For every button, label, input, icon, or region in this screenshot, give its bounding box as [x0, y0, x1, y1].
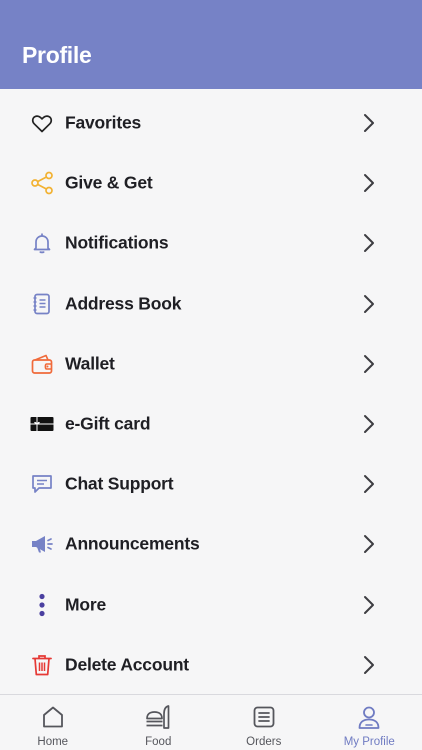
- user-icon: [356, 704, 382, 730]
- trash-icon: [30, 653, 54, 677]
- menu-item-notifications[interactable]: Notifications: [0, 213, 422, 273]
- orders-icon: [251, 704, 277, 730]
- heart-icon: [30, 111, 54, 135]
- chat-icon: [30, 472, 54, 496]
- chevron-right-icon: [362, 534, 376, 554]
- tab-label: My Profile: [343, 736, 395, 748]
- food-icon: [145, 704, 171, 730]
- bottom-tab-bar: Home Food Orders My Profile: [0, 694, 422, 750]
- menu-item-announcements[interactable]: Announcements: [0, 514, 422, 574]
- menu-item-label: Wallet: [65, 353, 115, 374]
- chevron-right-icon: [362, 173, 376, 193]
- more-vertical-icon: [30, 593, 54, 617]
- menu-item-label: Notifications: [65, 232, 169, 253]
- chevron-right-icon: [362, 294, 376, 314]
- share-icon: [30, 171, 54, 195]
- menu-item-address-book[interactable]: Address Book: [0, 274, 422, 334]
- menu-item-label: More: [65, 594, 107, 615]
- wallet-icon: [30, 352, 54, 376]
- menu-item-wallet[interactable]: Wallet: [0, 334, 422, 394]
- tab-label: Home: [37, 736, 69, 748]
- tab-orders[interactable]: Orders: [211, 695, 317, 750]
- menu-item-label: Address Book: [65, 293, 182, 314]
- menu-item-more[interactable]: More: [0, 575, 422, 635]
- menu-item-e-gift-card[interactable]: e-Gift card: [0, 394, 422, 454]
- bell-icon: [30, 231, 54, 255]
- chevron-right-icon: [362, 474, 376, 494]
- menu-item-chat-support[interactable]: Chat Support: [0, 454, 422, 514]
- menu-item-label: Give & Get: [65, 172, 153, 193]
- menu-item-label: Announcements: [65, 533, 200, 554]
- menu-item-label: e-Gift card: [65, 413, 151, 434]
- menu-item-favorites[interactable]: Favorites: [0, 93, 422, 153]
- megaphone-icon: [30, 532, 54, 556]
- menu-item-label: Chat Support: [65, 473, 174, 494]
- chevron-right-icon: [362, 113, 376, 133]
- tab-food[interactable]: Food: [106, 695, 212, 750]
- menu-item-label: Delete Account: [65, 654, 189, 675]
- menu-item-give-get[interactable]: Give & Get: [0, 153, 422, 213]
- gift-card-icon: [30, 412, 54, 436]
- tab-my-profile[interactable]: My Profile: [317, 695, 422, 750]
- menu-item-label: Favorites: [65, 112, 142, 133]
- chevron-right-icon: [362, 354, 376, 374]
- app-header: Profile: [0, 0, 422, 89]
- chevron-right-icon: [362, 655, 376, 675]
- chevron-right-icon: [362, 414, 376, 434]
- tab-label: Orders: [246, 736, 282, 748]
- menu-item-delete-account[interactable]: Delete Account: [0, 635, 422, 695]
- profile-menu: Favorites Give & Get Notifications Addre…: [0, 93, 422, 695]
- chevron-right-icon: [362, 233, 376, 253]
- tab-home[interactable]: Home: [0, 695, 106, 750]
- tab-label: Food: [145, 736, 172, 748]
- chevron-right-icon: [362, 595, 376, 615]
- home-icon: [40, 704, 66, 730]
- address-book-icon: [30, 292, 54, 316]
- page-title: Profile: [22, 42, 92, 68]
